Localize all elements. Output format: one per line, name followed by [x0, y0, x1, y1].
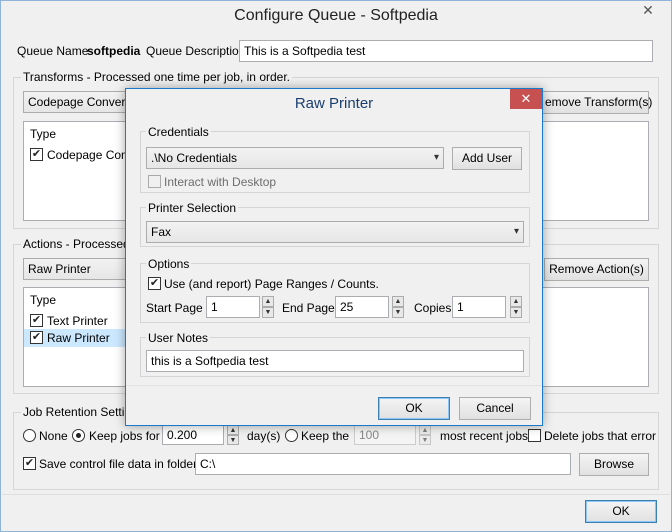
end-page-label: End Page	[282, 301, 335, 315]
dialog-title-bar[interactable]: Raw Printer ✕	[126, 89, 542, 117]
raw-printer-dialog: Raw Printer ✕ Credentials .\No Credentia…	[125, 88, 543, 426]
control-folder-input[interactable]: C:\	[195, 453, 571, 475]
job-retention-label: Job Retention Setting	[21, 405, 140, 419]
days-unit-label: day(s)	[247, 429, 281, 443]
credentials-select[interactable]: .\No Credentials ▾	[146, 147, 444, 169]
chevron-down-icon: ▾	[433, 152, 439, 163]
retention-keep-count-label: Keep the	[301, 429, 350, 443]
copies-spinner[interactable]: ▲ ▼	[510, 296, 522, 318]
transform-item-checkbox[interactable]: ✔	[30, 148, 43, 161]
window-title: Configure Queue - Softpedia	[234, 7, 438, 24]
spin-down-icon[interactable]: ▼	[262, 307, 274, 318]
actions-group-label: Actions - Processed i	[21, 237, 138, 251]
remove-actions-button[interactable]: Remove Action(s)	[544, 258, 649, 281]
save-control-checkbox[interactable]: ✔	[23, 457, 36, 470]
spin-up-icon[interactable]: ▲	[510, 296, 522, 307]
dialog-title: Raw Printer	[294, 95, 374, 112]
use-page-ranges-label: Use (and report) Page Ranges / Counts.	[164, 277, 379, 291]
spin-down-icon[interactable]: ▼	[510, 307, 522, 318]
footer-bar	[2, 494, 670, 531]
keep-days-spinner[interactable]: ▲ ▼	[227, 425, 239, 445]
retention-keep-count-radio[interactable]	[285, 429, 298, 442]
queue-description-label: Queue Description	[146, 44, 246, 58]
save-control-label: Save control file data in folder:	[39, 457, 201, 471]
printer-selection-label: Printer Selection	[146, 201, 239, 215]
spin-down-icon[interactable]: ▼	[419, 435, 431, 445]
keep-count-spinner[interactable]: ▲ ▼	[419, 425, 431, 445]
spin-up-icon[interactable]: ▲	[227, 425, 239, 435]
action-type-value: Raw Printer	[28, 262, 91, 276]
transforms-group-label: Transforms - Processed one time per job,…	[21, 70, 292, 84]
user-notes-label: User Notes	[146, 331, 211, 345]
retention-keep-days-label: Keep jobs for	[89, 429, 160, 443]
add-user-button[interactable]: Add User	[452, 147, 522, 170]
interact-desktop-checkbox	[148, 175, 161, 188]
title-bar[interactable]: Configure Queue - Softpedia ✕	[1, 1, 671, 33]
spin-down-icon[interactable]: ▼	[392, 307, 404, 318]
chevron-down-icon: ▾	[513, 226, 519, 237]
spin-up-icon[interactable]: ▲	[419, 425, 431, 435]
options-label: Options	[146, 257, 192, 271]
delete-error-jobs-label: Delete jobs that error	[544, 429, 657, 443]
credentials-value: .\No Credentials	[151, 151, 238, 165]
end-page-spinner[interactable]: ▲ ▼	[392, 296, 404, 318]
retention-none-radio[interactable]	[23, 429, 36, 442]
action-item-checkbox[interactable]: ✔	[30, 331, 43, 344]
queue-name-label: Queue Name	[17, 44, 89, 58]
window-close-button[interactable]: ✕	[635, 1, 661, 21]
use-page-ranges-checkbox[interactable]: ✔	[148, 277, 161, 290]
transforms-column-type: Type	[30, 127, 57, 141]
copies-label: Copies	[414, 301, 452, 315]
printer-select[interactable]: Fax ▾	[146, 221, 524, 243]
browse-button[interactable]: Browse	[579, 453, 649, 476]
action-item-label: Raw Printer	[47, 331, 110, 345]
actions-column-type: Type	[30, 293, 57, 307]
dialog-close-button[interactable]: ✕	[510, 89, 542, 109]
dialog-ok-button[interactable]: OK	[378, 397, 450, 420]
action-item-checkbox[interactable]: ✔	[30, 314, 43, 327]
dialog-cancel-button[interactable]: Cancel	[459, 397, 531, 420]
transform-type-select[interactable]: Codepage Conversio	[23, 91, 133, 113]
user-notes-input[interactable]: this is a Softpedia test	[146, 350, 524, 372]
remove-transforms-button[interactable]: emove Transform(s)	[541, 91, 652, 114]
end-page-input[interactable]: 25	[335, 296, 389, 318]
delete-error-jobs-checkbox[interactable]	[528, 429, 541, 442]
recent-jobs-label: most recent jobs	[440, 429, 529, 443]
keep-count-input[interactable]: 100	[354, 425, 416, 445]
spin-down-icon[interactable]: ▼	[227, 435, 239, 445]
start-page-input[interactable]: 1	[206, 296, 260, 318]
spin-up-icon[interactable]: ▲	[392, 296, 404, 307]
retention-none-label: None	[39, 429, 68, 443]
printer-value: Fax	[151, 225, 172, 239]
action-type-select[interactable]: Raw Printer	[23, 258, 133, 280]
interact-desktop-label: Interact with Desktop	[164, 175, 277, 189]
start-page-spinner[interactable]: ▲ ▼	[262, 296, 274, 318]
copies-input[interactable]: 1	[452, 296, 506, 318]
transform-type-value: Codepage Conversio	[28, 95, 133, 109]
retention-keep-days-radio[interactable]	[72, 429, 85, 442]
ok-button[interactable]: OK	[585, 500, 657, 523]
queue-description-input[interactable]: This is a Softpedia test	[239, 40, 653, 62]
start-page-label: Start Page	[146, 301, 203, 315]
queue-name-value: softpedia	[87, 44, 141, 58]
spin-up-icon[interactable]: ▲	[262, 296, 274, 307]
keep-days-input[interactable]: 0.200	[162, 425, 224, 445]
credentials-label: Credentials	[146, 125, 211, 139]
action-item-label: Text Printer	[47, 314, 108, 328]
